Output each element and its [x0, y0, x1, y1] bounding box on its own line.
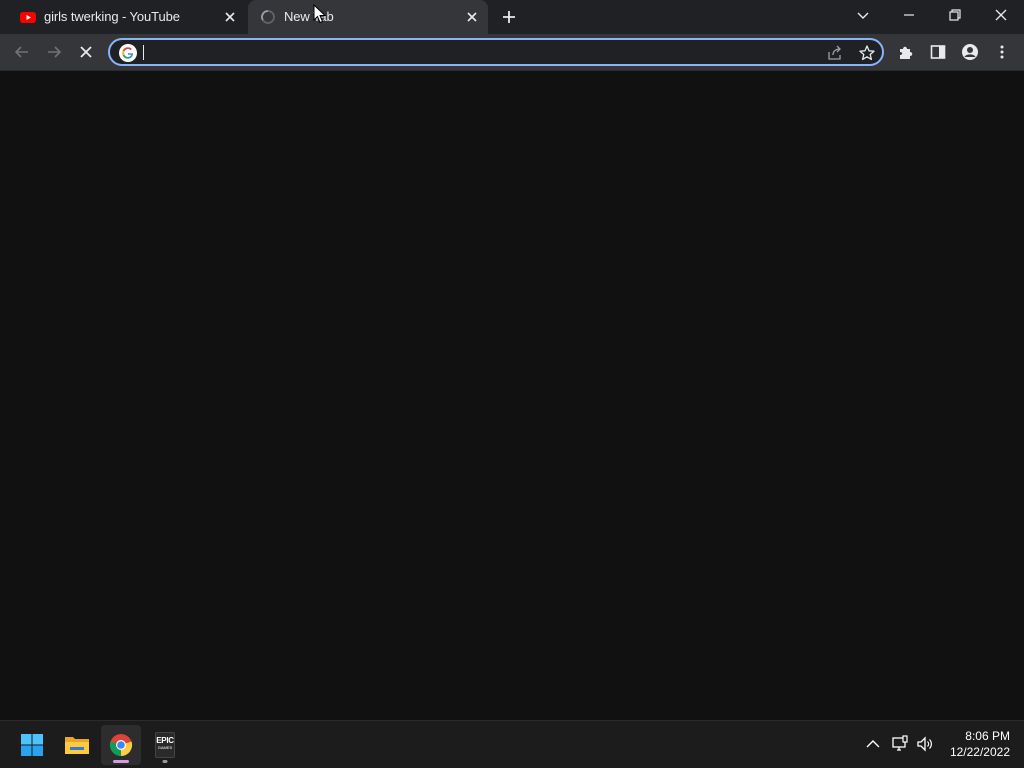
close-tab-icon[interactable] — [222, 9, 238, 25]
extensions-puzzle-icon[interactable] — [896, 42, 916, 62]
mouse-cursor-icon — [313, 4, 327, 24]
tab-strip: girls twerking - YouTube New Tab — [0, 0, 1024, 34]
google-g-icon — [119, 44, 137, 62]
chrome-taskbar-button[interactable] — [101, 725, 141, 765]
text-caret — [143, 45, 144, 60]
browser-toolbar — [0, 34, 1024, 71]
back-arrow-icon[interactable] — [12, 42, 32, 62]
profile-avatar-icon[interactable] — [960, 42, 980, 62]
chevron-up-icon[interactable] — [864, 735, 882, 753]
bookmark-star-icon[interactable] — [858, 44, 876, 62]
omnibox-input[interactable] — [142, 42, 802, 62]
youtube-icon — [20, 9, 36, 25]
active-app-indicator — [113, 760, 129, 763]
epic-games-button[interactable]: EPIC GAMES — [145, 725, 185, 765]
close-window-icon[interactable] — [988, 4, 1014, 26]
tab-new-tab[interactable]: New Tab — [248, 0, 488, 34]
share-icon[interactable] — [826, 44, 844, 62]
stop-loading-x-icon[interactable] — [76, 42, 96, 62]
windows-logo-icon — [20, 733, 44, 757]
network-icon[interactable] — [891, 735, 909, 753]
epic-logo-subtext: GAMES — [157, 745, 173, 750]
system-clock[interactable]: 8:06 PM 12/22/2022 — [950, 728, 1010, 760]
side-panel-icon[interactable] — [928, 42, 948, 62]
file-explorer-button[interactable] — [57, 725, 97, 765]
epic-logo-text: EPIC — [156, 736, 174, 745]
close-tab-icon[interactable] — [464, 9, 480, 25]
address-bar[interactable] — [108, 38, 884, 66]
running-app-indicator — [162, 760, 168, 763]
loading-spinner-icon — [260, 9, 276, 25]
page-content-area — [0, 71, 1024, 720]
tab-title: girls twerking - YouTube — [44, 9, 180, 24]
epic-games-icon: EPIC GAMES — [155, 732, 175, 758]
start-button[interactable] — [12, 725, 52, 765]
clock-date: 12/22/2022 — [949, 745, 1010, 759]
new-tab-plus-icon[interactable] — [499, 7, 519, 27]
folder-icon — [64, 733, 90, 757]
tab-search-chevron-down-icon[interactable] — [850, 4, 876, 26]
volume-icon[interactable] — [916, 735, 934, 753]
clock-time: 8:06 PM — [965, 729, 1010, 743]
windows-taskbar: EPIC GAMES 8:06 PM 12/22/2022 — [0, 720, 1024, 768]
tab-youtube[interactable]: girls twerking - YouTube — [8, 0, 246, 34]
forward-arrow-icon[interactable] — [44, 42, 64, 62]
restore-window-icon[interactable] — [942, 4, 968, 26]
more-vertical-icon[interactable] — [992, 42, 1012, 62]
minimize-icon[interactable] — [896, 4, 922, 26]
chrome-icon — [109, 733, 133, 757]
